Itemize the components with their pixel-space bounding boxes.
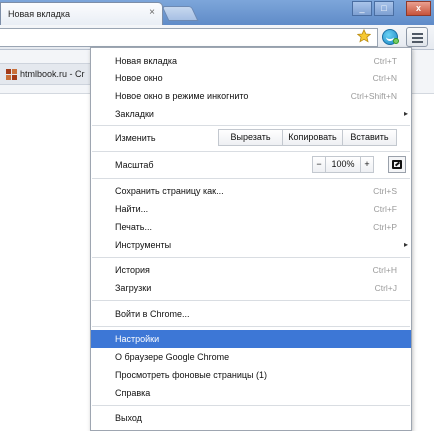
menu-item-label: Просмотреть фоновые страницы (1) — [115, 370, 268, 380]
zoom-level: 100% — [325, 156, 361, 173]
menu-item-find[interactable]: Найти... Ctrl+F — [91, 200, 411, 218]
htmlbook-favicon-icon — [6, 68, 17, 80]
menu-separator — [92, 405, 410, 406]
tab-close-icon[interactable]: × — [146, 7, 158, 19]
menu-item-label: О браузере Google Chrome — [115, 352, 230, 362]
menu-item-downloads[interactable]: Загрузки Ctrl+J — [91, 279, 411, 297]
menu-item-label: Найти... — [115, 204, 149, 214]
menu-item-incognito[interactable]: Новое окно в режиме инкогнито Ctrl+Shift… — [91, 87, 411, 105]
menu-item-bookmarks[interactable]: Закладки ▸ — [91, 105, 411, 123]
paste-button[interactable]: Вставить — [342, 129, 397, 146]
menu-item-signin[interactable]: Войти в Chrome... — [91, 305, 411, 323]
tab-new-tab[interactable]: Новая вкладка × — [0, 2, 163, 25]
new-tab-button[interactable] — [161, 6, 199, 21]
menu-item-label: Изменить — [115, 133, 156, 143]
menu-item-label: Сохранить страницу как... — [115, 186, 224, 196]
menu-item-label: Новое окно — [115, 73, 163, 83]
menu-item-tools[interactable]: Инструменты ▸ — [91, 236, 411, 254]
menu-item-label: Новая вкладка — [115, 56, 178, 66]
menu-item-label: Настройки — [115, 334, 160, 344]
menu-item-new-window[interactable]: Новое окно Ctrl+N — [91, 69, 411, 87]
menu-item-shortcut: Ctrl+H — [372, 265, 397, 275]
chrome-menu: Новая вкладка Ctrl+T Новое окно Ctrl+N Н… — [90, 47, 412, 431]
menu-item-label: Новое окно в режиме инкогнито — [115, 91, 249, 101]
menu-item-about[interactable]: О браузере Google Chrome — [91, 348, 411, 366]
maximize-button[interactable]: □ — [374, 1, 394, 16]
menu-item-label: Войти в Chrome... — [115, 309, 190, 319]
menu-item-exit[interactable]: Выход — [91, 409, 411, 427]
tab-title: Новая вкладка — [8, 9, 71, 19]
chevron-right-icon: ▸ — [403, 240, 408, 249]
menu-separator — [92, 151, 410, 152]
bookmark-htmlbook[interactable]: htmlbook.ru - Cr — [6, 65, 85, 83]
menu-item-shortcut: Ctrl+J — [374, 283, 397, 293]
title-bar: Новая вкладка × _ □ x — [0, 0, 434, 25]
menu-item-label: Инструменты — [115, 240, 172, 250]
menu-separator — [92, 125, 410, 126]
menu-item-new-tab[interactable]: Новая вкладка Ctrl+T — [91, 52, 411, 70]
minimize-button[interactable]: _ — [352, 1, 372, 16]
menu-item-settings[interactable]: Настройки — [91, 330, 411, 348]
menu-item-help[interactable]: Справка — [91, 384, 411, 402]
menu-item-shortcut: Ctrl+P — [373, 222, 397, 232]
menu-item-save-page[interactable]: Сохранить страницу как... Ctrl+S — [91, 182, 411, 200]
menu-separator — [92, 178, 410, 179]
hamburger-menu-icon[interactable] — [406, 27, 428, 47]
menu-item-history[interactable]: История Ctrl+H — [91, 261, 411, 279]
menu-item-label: Справка — [115, 388, 151, 398]
close-window-button[interactable]: x — [406, 1, 431, 16]
extension-status-dot — [393, 38, 399, 44]
menu-item-shortcut: Ctrl+S — [373, 186, 397, 196]
bookmark-label: htmlbook.ru - Cr — [20, 69, 85, 79]
menu-item-label: Печать... — [115, 222, 152, 232]
zoom-out-button[interactable]: − — [312, 156, 326, 173]
menu-item-shortcut: Ctrl+T — [373, 56, 397, 66]
chevron-right-icon: ▸ — [403, 109, 408, 118]
star-icon[interactable] — [357, 29, 371, 43]
cut-button[interactable]: Вырезать — [218, 129, 283, 146]
menu-item-shortcut: Ctrl+F — [373, 204, 397, 214]
address-bar[interactable] — [0, 28, 378, 47]
menu-item-label: Загрузки — [115, 283, 152, 293]
menu-separator — [92, 257, 410, 258]
menu-item-label: Масштаб — [115, 160, 154, 170]
menu-separator — [92, 326, 410, 327]
zoom-in-button[interactable]: + — [360, 156, 374, 173]
menu-item-background-pages[interactable]: Просмотреть фоновые страницы (1) — [91, 366, 411, 384]
copy-button[interactable]: Копировать — [282, 129, 343, 146]
menu-separator — [92, 300, 410, 301]
menu-item-label: История — [115, 265, 150, 275]
menu-item-print[interactable]: Печать... Ctrl+P — [91, 218, 411, 236]
menu-item-label: Закладки — [115, 109, 154, 119]
menu-item-shortcut: Ctrl+N — [372, 73, 397, 83]
menu-item-shortcut: Ctrl+Shift+N — [350, 91, 397, 101]
fullscreen-icon[interactable] — [388, 156, 406, 173]
menu-item-label: Выход — [115, 413, 142, 423]
